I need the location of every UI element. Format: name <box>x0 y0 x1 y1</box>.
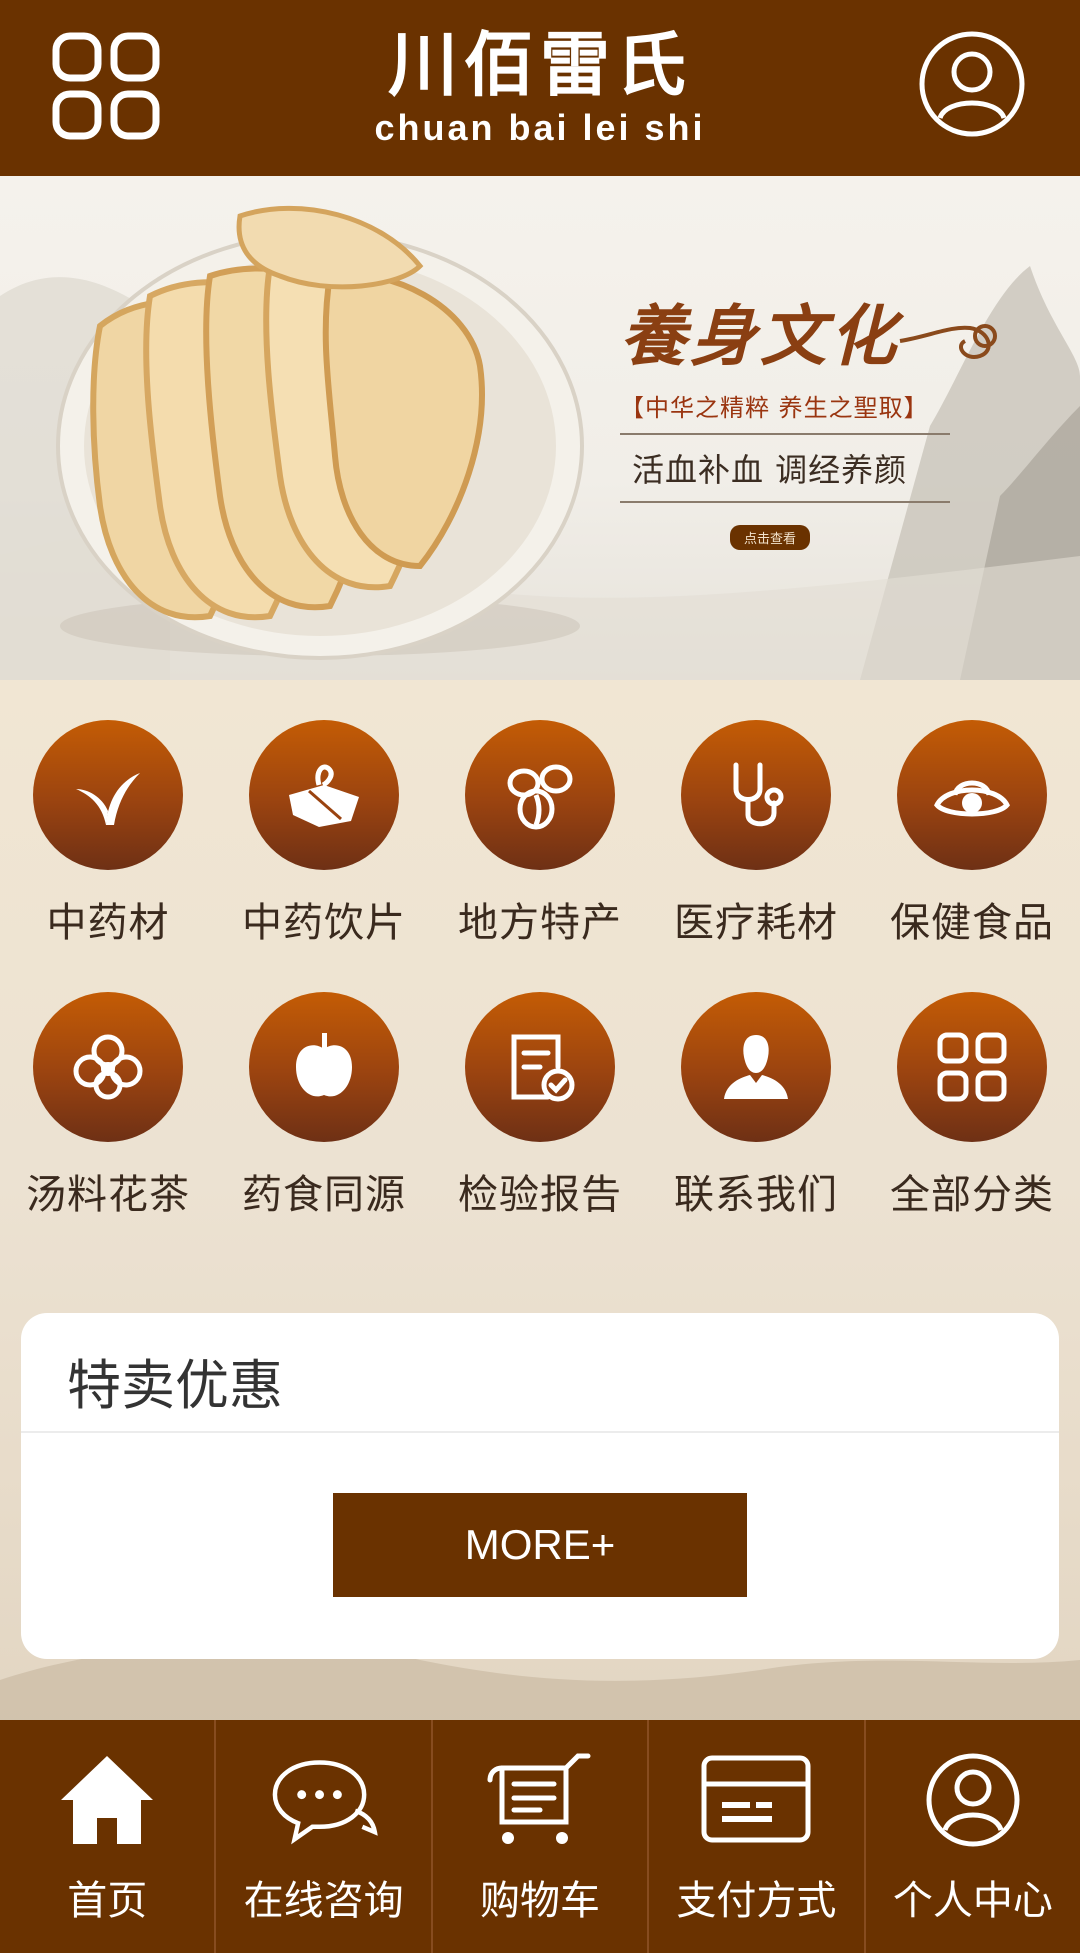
home-icon <box>61 1756 154 1844</box>
sprout-icon <box>76 773 140 825</box>
category-label: 汤料花茶 <box>26 1172 190 1218</box>
grid-icon <box>52 32 160 140</box>
category-item-test-reports[interactable]: 检验报告 <box>432 992 648 1220</box>
category-icon-circle <box>33 720 183 870</box>
banner-title: 養身文化 <box>620 297 900 375</box>
category-label: 全部分类 <box>890 1172 1054 1218</box>
nav-label: 在线咨询 <box>243 1878 404 1924</box>
logo-subtitle: chuan bai lei shi <box>374 107 706 148</box>
banner-divider <box>620 433 950 435</box>
category-icon-circle <box>897 720 1047 870</box>
stethoscope-icon <box>733 762 784 827</box>
category-label: 中药饮片 <box>242 900 406 946</box>
banner-view-button[interactable]: 点击查看 <box>730 525 811 550</box>
category-item-herbs[interactable]: 中药材 <box>0 720 216 948</box>
nav-item-online-consult[interactable]: 在线咨询 <box>214 1720 430 1953</box>
user-button[interactable] <box>918 30 1026 138</box>
card-divider <box>21 1431 1059 1433</box>
category-icon-circle <box>249 992 399 1142</box>
category-item-all-categories[interactable]: 全部分类 <box>864 992 1080 1220</box>
top-header: 川佰雷氏 chuan bai lei shi <box>0 0 1080 176</box>
health-food-icon <box>934 780 1010 817</box>
beans-icon <box>507 764 573 830</box>
user-icon <box>919 31 1025 137</box>
nav-label: 购物车 <box>480 1878 601 1924</box>
nav-item-payment[interactable]: 支付方式 <box>647 1720 863 1953</box>
banner-subtitle: 【中华之精粹 养生之聖取】 <box>620 394 929 422</box>
category-item-contact-us[interactable]: 联系我们 <box>648 992 864 1220</box>
category-label: 医疗耗材 <box>674 900 838 946</box>
category-item-soup-tea[interactable]: 汤料花茶 <box>0 992 216 1220</box>
banner-divider-bottom <box>620 501 950 503</box>
special-offers-card: 特卖优惠 MORE+ <box>21 1313 1059 1659</box>
nav-label: 首页 <box>67 1878 148 1924</box>
payment-card-icon <box>701 1755 811 1843</box>
nav-label: 支付方式 <box>676 1878 837 1924</box>
menu-button[interactable] <box>50 30 164 144</box>
banner-text-block: 養身文化 【中华之精粹 养生之聖取】 活血补血 调经养颜 点击查看 <box>620 296 1040 550</box>
category-label: 中药材 <box>46 900 170 946</box>
category-icon-circle <box>897 992 1047 1142</box>
category-label: 地方特产 <box>458 900 622 946</box>
report-icon <box>511 1034 575 1102</box>
category-item-herb-slices[interactable]: 中药饮片 <box>216 720 432 948</box>
category-icon-circle <box>33 992 183 1142</box>
brand-logo[interactable]: 川佰雷氏 chuan bai lei shi <box>300 22 780 162</box>
cart-icon <box>487 1753 591 1844</box>
chat-icon <box>272 1760 378 1845</box>
all-categories-icon <box>937 1032 1007 1102</box>
category-item-local-specialties[interactable]: 地方特产 <box>432 720 648 948</box>
category-item-health-food[interactable]: 保健食品 <box>864 720 1080 948</box>
category-icon-circle <box>681 720 831 870</box>
category-item-medical-supplies[interactable]: 医疗耗材 <box>648 720 864 948</box>
flower-icon <box>73 1034 143 1100</box>
category-label: 药食同源 <box>242 1172 406 1218</box>
apple-icon <box>296 1033 352 1097</box>
nav-item-cart[interactable]: 购物车 <box>430 1720 647 1953</box>
promo-banner[interactable]: 養身文化 【中华之精粹 养生之聖取】 活血补血 调经养颜 点击查看 <box>0 176 1080 680</box>
herb-pack-icon <box>289 764 359 827</box>
more-button[interactable]: MORE+ <box>333 1493 747 1597</box>
category-icon-circle <box>465 992 615 1142</box>
banner-slogan: 活血补血 调经养颜 <box>632 451 908 489</box>
category-icon-circle <box>681 992 831 1142</box>
special-offers-title: 特卖优惠 <box>67 1354 283 1417</box>
nav-item-home[interactable]: 首页 <box>0 1720 214 1953</box>
logo-title: 川佰雷氏 <box>388 24 692 106</box>
contact-icon <box>724 1035 788 1099</box>
profile-icon <box>926 1753 1020 1847</box>
category-label: 检验报告 <box>458 1172 622 1218</box>
nav-label: 个人中心 <box>892 1878 1053 1924</box>
bottom-navigation: 首页 在线咨询 购物车 支付方式 个人中心 <box>0 1720 1080 1953</box>
category-item-food-medicine[interactable]: 药食同源 <box>216 992 432 1220</box>
category-label: 联系我们 <box>674 1172 838 1218</box>
category-icon-circle <box>249 720 399 870</box>
category-icon-circle <box>465 720 615 870</box>
category-label: 保健食品 <box>890 900 1054 946</box>
nav-item-profile[interactable]: 个人中心 <box>863 1720 1080 1953</box>
